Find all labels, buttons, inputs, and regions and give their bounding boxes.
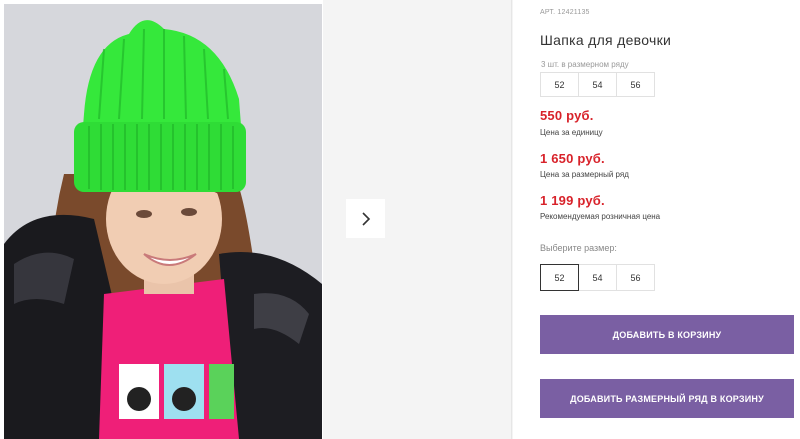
size-picker-label: Выберите размер:: [540, 243, 617, 253]
chevron-right-icon: [361, 211, 370, 226]
size-picker: 52 54 56: [540, 264, 655, 291]
set-price-label: Цена за размерный ряд: [540, 170, 629, 179]
size-option-56[interactable]: 56: [616, 264, 655, 291]
divider: [511, 0, 512, 439]
size-set-list: 52 54 56: [540, 72, 655, 97]
size-set-item: 56: [616, 72, 655, 97]
size-option-54[interactable]: 54: [578, 264, 617, 291]
unit-price-label: Цена за единицу: [540, 128, 603, 137]
product-image: [4, 4, 322, 439]
set-price: 1 650 руб.: [540, 151, 605, 166]
gallery-next-button[interactable]: [346, 199, 385, 238]
product-sku: АРТ. 12421135: [540, 9, 590, 16]
add-to-cart-button[interactable]: ДОБАВИТЬ В КОРЗИНУ: [540, 315, 794, 354]
retail-price: 1 199 руб.: [540, 193, 605, 208]
size-option-52[interactable]: 52: [540, 264, 579, 291]
unit-price: 550 руб.: [540, 108, 594, 123]
retail-price-label: Рекомендуемая розничная цена: [540, 212, 661, 221]
product-photo: [4, 4, 322, 439]
add-size-set-to-cart-button[interactable]: ДОБАВИТЬ РАЗМЕРНЫЙ РЯД В КОРЗИНУ: [540, 379, 794, 418]
product-title: Шапка для девочки: [540, 32, 672, 48]
size-set-caption: 3 шт. в размерном ряду: [541, 60, 629, 69]
size-set-item: 52: [540, 72, 579, 97]
size-set-item: 54: [578, 72, 617, 97]
